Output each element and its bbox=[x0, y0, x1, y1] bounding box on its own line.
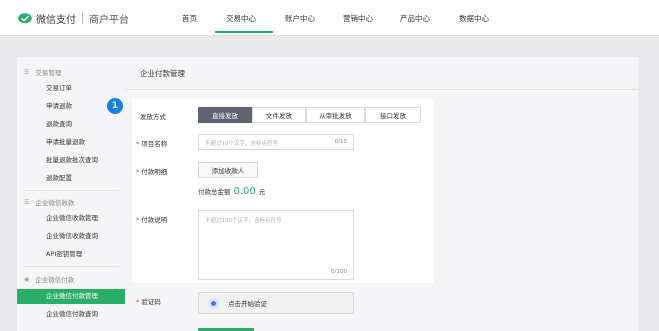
top-navbar: 微信支付 商户平台 首页 交易中心 账户中心 营销中心 产品中心 数据中心 bbox=[0, 0, 659, 36]
sidebar-item-wecom-collect-query[interactable]: 企业微信收款查询 bbox=[17, 229, 125, 244]
sidebar-item-refund-config[interactable]: 退款配置 bbox=[17, 171, 125, 186]
sidebar-group-wecom-collect[interactable]: ☰ 企业微信收款 bbox=[17, 197, 125, 208]
nav-item-home[interactable]: 首页 bbox=[182, 13, 197, 24]
nav-item-marketing-center[interactable]: 营销中心 bbox=[343, 13, 373, 24]
sidebar-item-wecom-pay-query[interactable]: 企业微信付款查询 bbox=[17, 307, 125, 322]
total-amount-value: 0.00 bbox=[233, 186, 256, 197]
sidebar-divider bbox=[23, 266, 119, 267]
coin-icon: ◉ bbox=[24, 275, 30, 283]
payment-note-textarea[interactable]: 不超过100个汉字，含标点符号 0/100 bbox=[198, 210, 354, 280]
title-divider bbox=[125, 89, 638, 90]
total-amount-label: 付款总金额 bbox=[198, 188, 231, 196]
nav-item-data-center[interactable]: 数据中心 bbox=[459, 13, 489, 24]
sidebar-group-label: 企业微信收款 bbox=[35, 199, 75, 207]
page-title: 企业付款管理 bbox=[140, 69, 185, 78]
pay-method-direct[interactable]: 直接发放 bbox=[198, 107, 252, 123]
sidebar-item-batch-refund-query[interactable]: 批量退款批次查询 bbox=[17, 153, 125, 168]
project-name-input[interactable]: 不超过10个汉字，含标点符号 0/10 bbox=[198, 134, 354, 150]
nav-item-account-center[interactable]: 账户中心 bbox=[285, 13, 315, 24]
verify-dot-icon bbox=[208, 297, 219, 309]
required-asterisk: * bbox=[136, 298, 140, 306]
step-badge: 1 bbox=[107, 98, 123, 114]
logo-text: 微信支付 bbox=[36, 15, 76, 26]
total-amount-unit: 元 bbox=[258, 188, 266, 196]
payment-note-counter: 0/100 bbox=[331, 269, 347, 275]
pay-method-label: 发放方式 bbox=[140, 113, 166, 121]
sidebar-group-label: 企业微信付款 bbox=[35, 276, 75, 284]
wechat-pay-logo-icon bbox=[18, 13, 32, 24]
sidebar-group-label: 交易管理 bbox=[35, 69, 62, 77]
sidebar-item-wecom-pay-manage[interactable]: 企业微信付款管理 bbox=[17, 289, 125, 304]
project-name-counter: 0/10 bbox=[334, 139, 347, 145]
sidebar-divider bbox=[23, 190, 119, 191]
pay-method-file[interactable]: 文件发放 bbox=[252, 107, 306, 123]
payment-note-placeholder: 不超过100个汉字，含标点符号 bbox=[205, 218, 282, 224]
sidebar-item-api-key-manage[interactable]: API密钥管理 bbox=[17, 247, 125, 262]
project-name-label-text: 项目名称 bbox=[141, 140, 168, 148]
platform-name: 商户平台 bbox=[89, 15, 129, 26]
captcha-label-text: 验证码 bbox=[141, 298, 161, 306]
nav-item-trade-center[interactable]: 交易中心 bbox=[226, 13, 256, 24]
sidebar-item-batch-refund[interactable]: 申请批量退款 bbox=[17, 135, 125, 150]
payment-detail-label: * 付款明细 bbox=[136, 166, 167, 176]
sidebar: ☰ 交易管理 交易订单 申请退款 退款查询 申请批量退款 批量退款批次查询 退款… bbox=[17, 57, 125, 331]
payment-note-label: * 付款说明 bbox=[136, 214, 167, 224]
total-amount: 付款总金额 0.00 元 bbox=[198, 186, 265, 197]
active-nav-underline bbox=[215, 31, 273, 33]
payment-note-label-text: 付款说明 bbox=[141, 216, 168, 224]
add-payee-button[interactable]: 添加收款人 bbox=[198, 162, 258, 178]
logo-separator bbox=[82, 13, 83, 24]
payment-detail-label-text: 付款明细 bbox=[141, 168, 168, 176]
sidebar-group-wecom-pay[interactable]: ◉ 企业微信付款 bbox=[17, 274, 125, 285]
sidebar-item-refund-query[interactable]: 退款查询 bbox=[17, 117, 125, 132]
pay-method-approval[interactable]: 从审批发放 bbox=[306, 107, 365, 123]
project-name-placeholder: 不超过10个汉字，含标点符号 bbox=[205, 141, 278, 147]
captcha-label: * 验证码 bbox=[136, 296, 161, 306]
required-asterisk: * bbox=[136, 140, 140, 148]
nav-item-product-center[interactable]: 产品中心 bbox=[400, 13, 430, 24]
captcha-button-text: 点击开始验证 bbox=[228, 300, 267, 308]
required-asterisk: * bbox=[136, 216, 140, 224]
pay-method-api[interactable]: 接口发放 bbox=[365, 107, 421, 123]
required-asterisk: * bbox=[136, 168, 140, 176]
wechat-pay-logo[interactable]: 微信支付 商户平台 bbox=[18, 11, 129, 26]
captcha-verify-button[interactable]: 点击开始验证 bbox=[198, 292, 354, 314]
sidebar-item-wecom-collect-manage[interactable]: 企业微信收款管理 bbox=[17, 211, 125, 226]
list-icon: ☰ bbox=[24, 198, 30, 206]
sidebar-group-trade[interactable]: ☰ 交易管理 bbox=[17, 67, 125, 78]
sidebar-item-trade-orders[interactable]: 交易订单 bbox=[17, 81, 125, 96]
list-icon: ☰ bbox=[24, 68, 30, 76]
project-name-label: * 项目名称 bbox=[136, 138, 167, 148]
